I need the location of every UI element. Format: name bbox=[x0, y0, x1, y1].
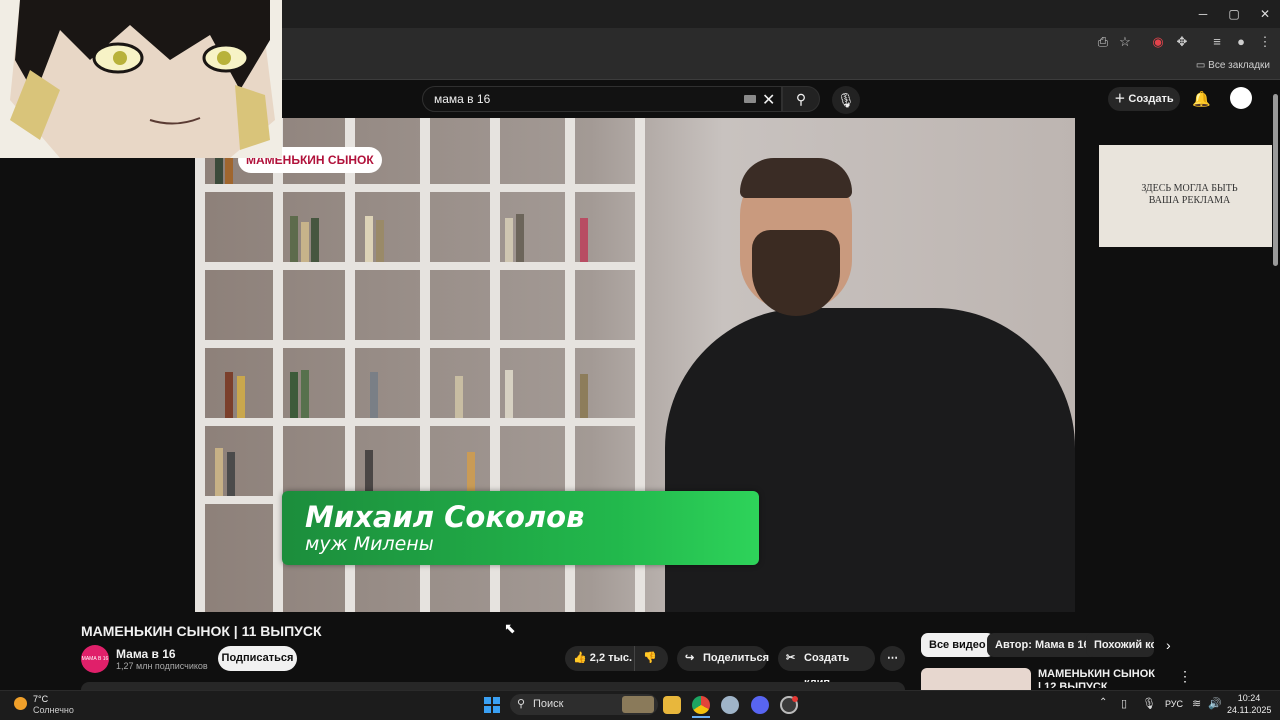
media-controls-icon[interactable]: ≡ bbox=[1209, 34, 1225, 50]
microphone-icon: 🎙 bbox=[837, 92, 855, 108]
channel-avatar[interactable]: МАМА В 16 bbox=[81, 645, 109, 673]
recommended-video-title[interactable]: МАМЕНЬКИН СЫНОК | 12 ВЫПУСК bbox=[1038, 668, 1158, 688]
share-button[interactable]: ↪ Поделиться bbox=[677, 646, 769, 671]
clear-search-icon[interactable]: ✕ bbox=[762, 90, 775, 110]
recommended-video-thumbnail[interactable] bbox=[921, 668, 1031, 690]
anime-character-image bbox=[0, 0, 282, 158]
keyboard-icon[interactable] bbox=[744, 95, 756, 103]
extension-record-icon[interactable]: ◉ bbox=[1150, 34, 1166, 50]
search-button[interactable]: ⚲ bbox=[782, 86, 820, 112]
more-vertical-icon[interactable]: ⋮ bbox=[1178, 668, 1192, 685]
scissors-icon: ✂ bbox=[786, 652, 796, 664]
profile-icon[interactable]: ● bbox=[1233, 34, 1249, 50]
search-icon: ⚲ bbox=[517, 698, 526, 710]
search-icon: ⚲ bbox=[795, 91, 807, 107]
chevron-right-icon[interactable]: › bbox=[1166, 637, 1171, 653]
taskbar-search-label[interactable]: Поиск bbox=[533, 698, 563, 710]
lower-third-role: муж Милены bbox=[305, 533, 434, 555]
subscribe-button[interactable]: Подписаться bbox=[218, 646, 297, 671]
bookmark-star-icon[interactable]: ☆ bbox=[1117, 34, 1133, 50]
chip-all-videos[interactable]: Все видео bbox=[921, 633, 994, 657]
thumbs-down-icon: 👎 bbox=[643, 652, 657, 664]
microphone-icon[interactable]: 🎙 bbox=[1142, 697, 1156, 710]
search-query[interactable]: мама в 16 bbox=[434, 92, 490, 106]
windows-start-icon[interactable] bbox=[484, 697, 500, 713]
clock-date[interactable]: 24.11.2025 bbox=[1227, 705, 1271, 715]
voice-search-button[interactable]: 🎙 bbox=[832, 86, 860, 114]
channel-name[interactable]: Мама в 16 bbox=[116, 647, 176, 661]
minimize-button[interactable]: ─ bbox=[1195, 6, 1211, 22]
chip-author[interactable]: Автор: Мама в 16 bbox=[987, 633, 1098, 657]
thumbs-up-icon: 👍 bbox=[573, 652, 590, 664]
usb-icon[interactable]: ▯ bbox=[1121, 697, 1127, 710]
close-window-button[interactable]: ✕ bbox=[1257, 6, 1273, 22]
mouse-cursor-icon: ⬉ bbox=[504, 620, 516, 636]
ad-text: ЗДЕСЬ МОГЛА БЫТЬ ВАША РЕКЛАМА bbox=[1141, 183, 1238, 206]
more-actions-button[interactable]: ⋯ bbox=[880, 646, 905, 671]
lower-third-name: Михаил Соколов bbox=[305, 500, 585, 534]
weather-temperature[interactable]: 7°C bbox=[33, 694, 48, 704]
notifications-bell-icon[interactable]: 🔔 bbox=[1192, 90, 1211, 108]
language-indicator[interactable]: РУС bbox=[1165, 699, 1183, 709]
extensions-icon[interactable]: ✥ bbox=[1174, 34, 1190, 50]
restore-button[interactable]: ▢ bbox=[1226, 6, 1242, 22]
file-explorer-icon[interactable] bbox=[663, 696, 681, 714]
search-highlight-image bbox=[622, 696, 654, 713]
description-box[interactable] bbox=[81, 682, 905, 690]
active-app-indicator bbox=[692, 716, 710, 718]
subscriber-count: 1,27 млн подписчиков bbox=[116, 661, 208, 671]
chrome-icon[interactable] bbox=[692, 696, 710, 714]
share-arrow-icon: ↪ bbox=[685, 652, 695, 664]
wifi-icon[interactable]: ≋ bbox=[1192, 697, 1201, 710]
divider bbox=[634, 646, 635, 671]
video-title: МАМЕНЬКИН СЫНОК | 11 ВЫПУСК bbox=[81, 623, 322, 639]
volume-icon[interactable]: 🔊 bbox=[1208, 697, 1222, 710]
weather-description[interactable]: Солнечно bbox=[33, 705, 74, 715]
discord-icon[interactable] bbox=[751, 696, 769, 714]
shield-app-icon[interactable] bbox=[721, 696, 739, 714]
browser-menu-icon[interactable]: ⋮ bbox=[1257, 34, 1273, 50]
folder-icon: ▭ bbox=[1195, 60, 1209, 71]
create-button[interactable]: ＋ Создать bbox=[1108, 87, 1180, 111]
plus-icon: ＋ bbox=[1114, 93, 1129, 105]
like-dislike-group: 👍 2,2 тыс. 👎 bbox=[565, 646, 668, 671]
account-avatar[interactable] bbox=[1230, 87, 1252, 109]
create-clip-button[interactable]: ✂ Создать клип bbox=[778, 646, 875, 689]
install-app-icon[interactable]: ⎙ bbox=[1095, 34, 1111, 50]
chip-similar[interactable]: Похожий контент bbox=[1086, 633, 1154, 657]
more-horizontal-icon: ⋯ bbox=[887, 652, 898, 664]
scrollbar-thumb[interactable] bbox=[1273, 94, 1278, 266]
clock-time[interactable]: 10:24 bbox=[1229, 693, 1269, 703]
sun-weather-icon[interactable] bbox=[14, 697, 27, 710]
notification-dot bbox=[792, 696, 798, 702]
like-button[interactable]: 👍 2,2 тыс. bbox=[573, 646, 632, 671]
dislike-button[interactable]: 👎 bbox=[643, 646, 657, 671]
tray-chevron-up-icon[interactable]: ⌃ bbox=[1099, 697, 1107, 708]
webcam-overlay bbox=[0, 0, 282, 158]
all-bookmarks-button[interactable]: ▭ Все закладки bbox=[1196, 60, 1270, 71]
